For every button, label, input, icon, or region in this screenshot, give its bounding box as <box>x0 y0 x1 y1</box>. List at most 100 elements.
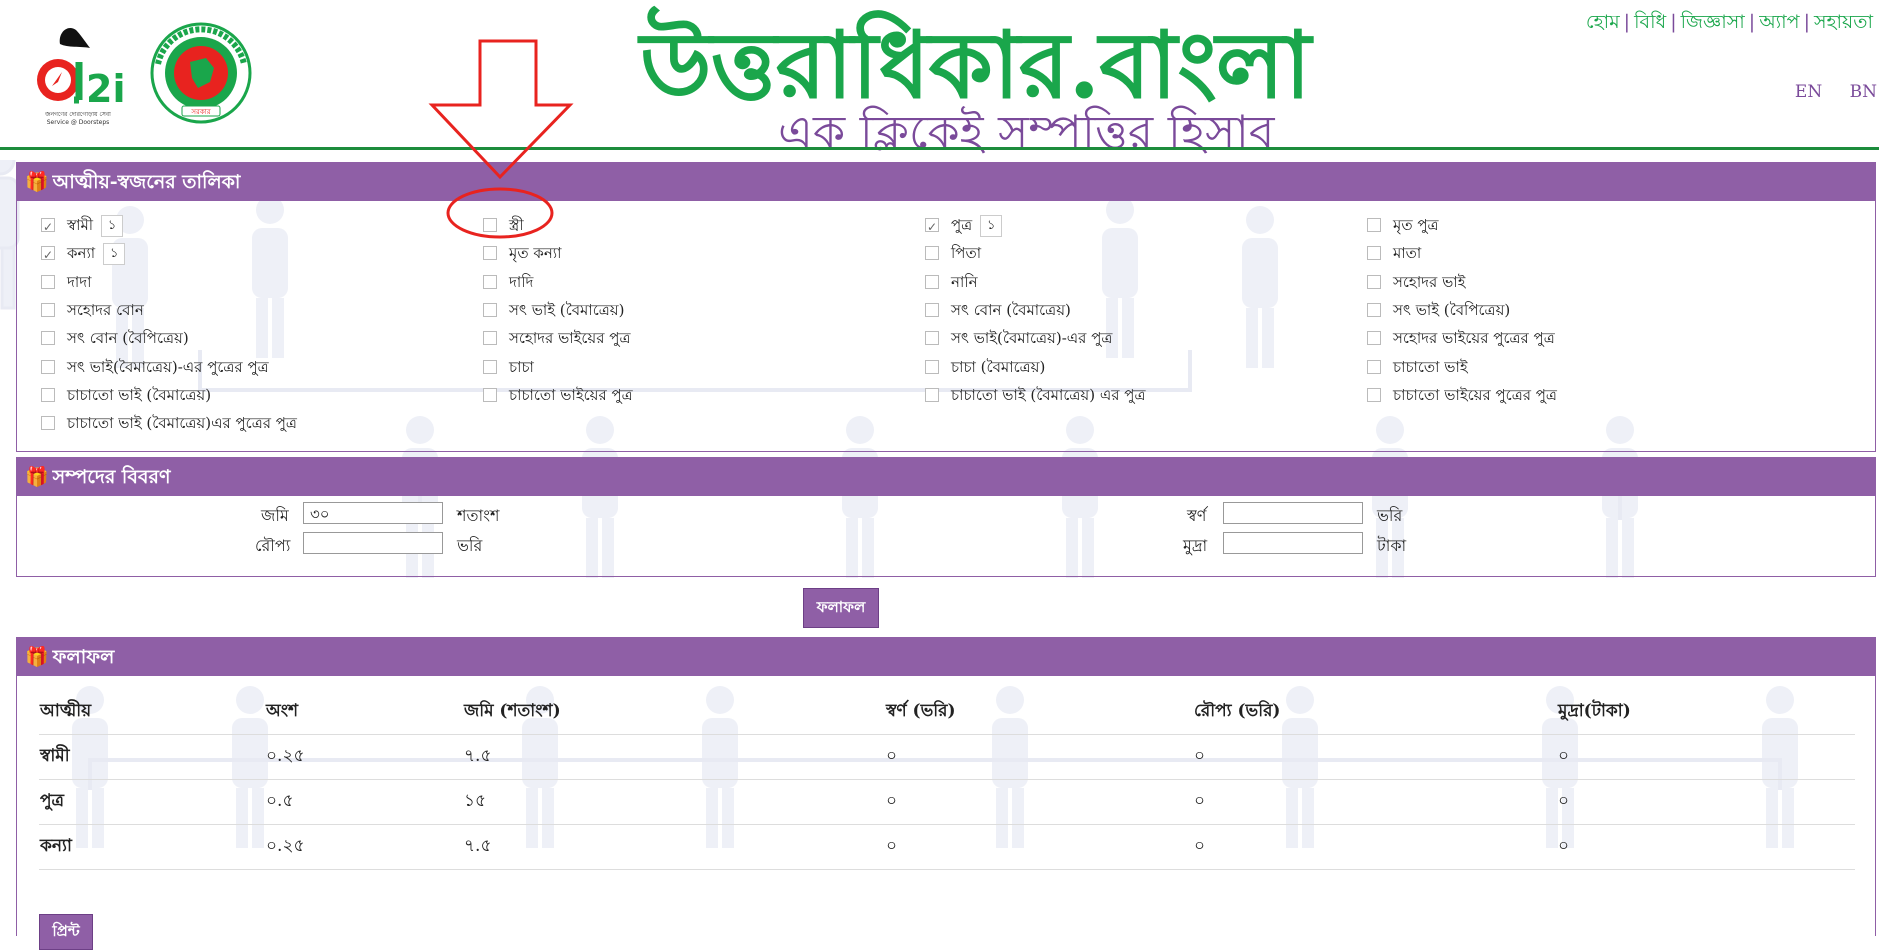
result-panel-header: 🎁 ফলাফল <box>17 638 1875 676</box>
relative-option[interactable]: সৎ ভাই (বৈপিত্রেয়) <box>1367 298 1510 322</box>
relative-checkbox[interactable] <box>925 387 939 402</box>
relative-checkbox[interactable] <box>483 246 497 261</box>
relative-checkbox[interactable] <box>41 243 55 267</box>
calculate-button[interactable]: ফলাফল <box>803 588 879 628</box>
relative-label: সহোদর বোন <box>67 300 144 319</box>
gold-label: স্বর্ণ <box>1187 506 1207 525</box>
relative-checkbox[interactable] <box>41 416 55 431</box>
silver-input[interactable] <box>303 532 443 554</box>
relative-checkbox[interactable] <box>1367 359 1381 374</box>
relative-label: মৃত কন্যা <box>509 244 562 263</box>
relative-option[interactable]: সৎ বোন (বৈপিত্রেয়) <box>41 326 189 350</box>
relative-label: কন্যা <box>67 244 96 263</box>
nav-rules[interactable]: বিধি <box>1634 11 1666 33</box>
relative-option[interactable]: চাচাতো ভাই <box>1367 355 1468 379</box>
relative-option[interactable]: চাচা <box>483 355 534 379</box>
relative-checkbox[interactable] <box>41 359 55 374</box>
relative-label: চাচাতো ভাই <box>1393 357 1468 376</box>
relative-option[interactable]: মৃত পুত্র <box>1367 213 1439 237</box>
result-cell: ০ <box>1193 824 1557 870</box>
result-cell: ০ <box>885 824 1193 870</box>
relative-count-input[interactable]: ১ <box>103 243 126 266</box>
relative-label: সৎ ভাই (বৈমাত্রেয়) <box>509 300 625 319</box>
result-cell: ০ <box>885 779 1193 825</box>
relative-count-input[interactable]: ১ <box>101 215 124 237</box>
relative-checkbox[interactable] <box>1367 274 1381 289</box>
relative-option[interactable]: দাদি <box>483 270 533 294</box>
a2i-logo[interactable]: 2i জনগণের দোরগোড়ায় সেবা Service @ Door… <box>28 18 128 128</box>
relative-option[interactable]: চাচাতো ভাইয়ের পুত্র <box>483 383 633 407</box>
relative-label: চাচাতো ভাইয়ের পুত্রের পুত্র <box>1393 385 1557 404</box>
relative-label: স্বামী <box>67 216 94 234</box>
relative-option[interactable]: পিতা <box>925 241 981 265</box>
result-cell: ৭.৫ <box>463 734 885 780</box>
relative-option[interactable]: চাচাতো ভাইয়ের পুত্রের পুত্র <box>1367 383 1557 407</box>
relative-option[interactable]: সৎ বোন (বৈমাত্রেয়) <box>925 298 1071 322</box>
nav-help[interactable]: সহায়তা <box>1814 11 1873 33</box>
relative-option[interactable]: দাদা <box>41 270 91 294</box>
print-button[interactable]: প্রিন্ট <box>39 914 93 950</box>
relative-checkbox[interactable] <box>1367 246 1381 261</box>
result-table: আত্মীয় অংশ জমি (শতাংশ) স্বর্ণ (ভরি) রৌপ… <box>39 690 1855 870</box>
relative-checkbox[interactable] <box>483 302 497 317</box>
relative-option[interactable]: চাচা (বৈমাত্রেয়) <box>925 355 1045 379</box>
relative-option[interactable]: সহোদর ভাইয়ের পুত্র <box>483 326 630 350</box>
relative-checkbox[interactable] <box>925 302 939 317</box>
gift-icon: 🎁 <box>25 466 49 488</box>
relative-checkbox[interactable] <box>925 274 939 289</box>
relative-label: সৎ ভাই(বৈমাত্রেয়)-এর পুত্র <box>951 329 1113 348</box>
relative-option[interactable]: সৎ ভাই(বৈমাত্রেয়)-এর পুত্র <box>925 326 1112 350</box>
relative-checkbox[interactable] <box>41 274 55 289</box>
relative-option[interactable]: সৎ ভাই(বৈমাত্রেয়)-এর পুত্রের পুত্র <box>41 355 269 379</box>
nav-app[interactable]: অ্যাপ <box>1759 11 1799 33</box>
money-input[interactable] <box>1223 532 1363 554</box>
relative-option[interactable]: মাতা <box>1367 241 1421 265</box>
nav-separator: | <box>1803 11 1810 33</box>
relative-option[interactable]: চাচাতো ভাই (বৈমাত্রেয়)এর পুত্রের পুত্র <box>41 411 297 435</box>
money-unit: টাকা <box>1377 536 1407 555</box>
result-cell: কন্যা <box>39 824 265 870</box>
lang-en[interactable]: EN <box>1795 82 1822 102</box>
result-panel: 🎁 ফলাফল আত্মীয় অংশ জমি (শতাংশ) স্বর্ণ (ভ… <box>16 637 1876 950</box>
relative-option[interactable]: সৎ ভাই (বৈমাত্রেয়) <box>483 298 624 322</box>
relative-checkbox[interactable] <box>483 387 497 402</box>
relative-checkbox[interactable] <box>1367 331 1381 346</box>
relative-label: পিতা <box>951 244 982 263</box>
nav-faq[interactable]: জিজ্ঞাসা <box>1681 11 1745 33</box>
relative-option[interactable]: পুত্র ১ <box>925 213 1003 239</box>
relative-checkbox[interactable] <box>925 246 939 261</box>
relative-checkbox[interactable] <box>925 331 939 346</box>
relative-checkbox[interactable] <box>41 215 55 239</box>
lang-bn[interactable]: BN <box>1850 82 1877 102</box>
relative-label: সহোদর ভাইয়ের পুত্রের পুত্র <box>1393 329 1555 348</box>
nav-separator: | <box>1623 11 1631 33</box>
relative-option[interactable]: চাচাতো ভাই (বৈমাত্রেয়) এর পুত্র <box>925 383 1145 407</box>
nav-home[interactable]: হোম <box>1586 11 1620 33</box>
land-input[interactable]: ৩০ <box>303 502 443 524</box>
relative-checkbox[interactable] <box>1367 302 1381 317</box>
relative-option[interactable]: চাচাতো ভাই (বৈমাত্রেয়) <box>41 383 211 407</box>
relative-option[interactable]: সহোদর ভাইয়ের পুত্রের পুত্র <box>1367 326 1555 350</box>
relative-checkbox[interactable] <box>41 302 55 317</box>
relative-checkbox[interactable] <box>1367 387 1381 402</box>
relative-count-input[interactable]: ১ <box>980 215 1003 237</box>
relative-label: সৎ ভাই(বৈমাত্রেয়)-এর পুত্রের পুত্র <box>67 357 269 376</box>
relative-option[interactable]: সহোদর বোন <box>41 298 144 322</box>
relative-checkbox[interactable] <box>483 274 497 289</box>
relative-checkbox[interactable] <box>41 331 55 346</box>
relative-option[interactable]: নানি <box>925 270 978 294</box>
land-label: জমি <box>261 506 289 525</box>
relative-checkbox[interactable] <box>41 387 55 402</box>
relative-option[interactable]: স্বামী ১ <box>41 213 124 239</box>
relative-checkbox[interactable] <box>483 359 497 374</box>
relative-checkbox[interactable] <box>925 359 939 374</box>
gold-input[interactable] <box>1223 502 1363 524</box>
result-cell: ০ <box>1557 779 1855 825</box>
relative-option[interactable]: সহোদর ভাই <box>1367 270 1465 294</box>
relative-checkbox[interactable] <box>483 331 497 346</box>
relative-option[interactable]: কন্যা ১ <box>41 241 126 267</box>
svg-text:Service @ Doorsteps: Service @ Doorsteps <box>47 119 110 126</box>
relative-checkbox[interactable] <box>925 215 939 239</box>
relative-checkbox[interactable] <box>1367 218 1381 232</box>
government-seal-logo[interactable]: সরকার <box>150 22 252 124</box>
